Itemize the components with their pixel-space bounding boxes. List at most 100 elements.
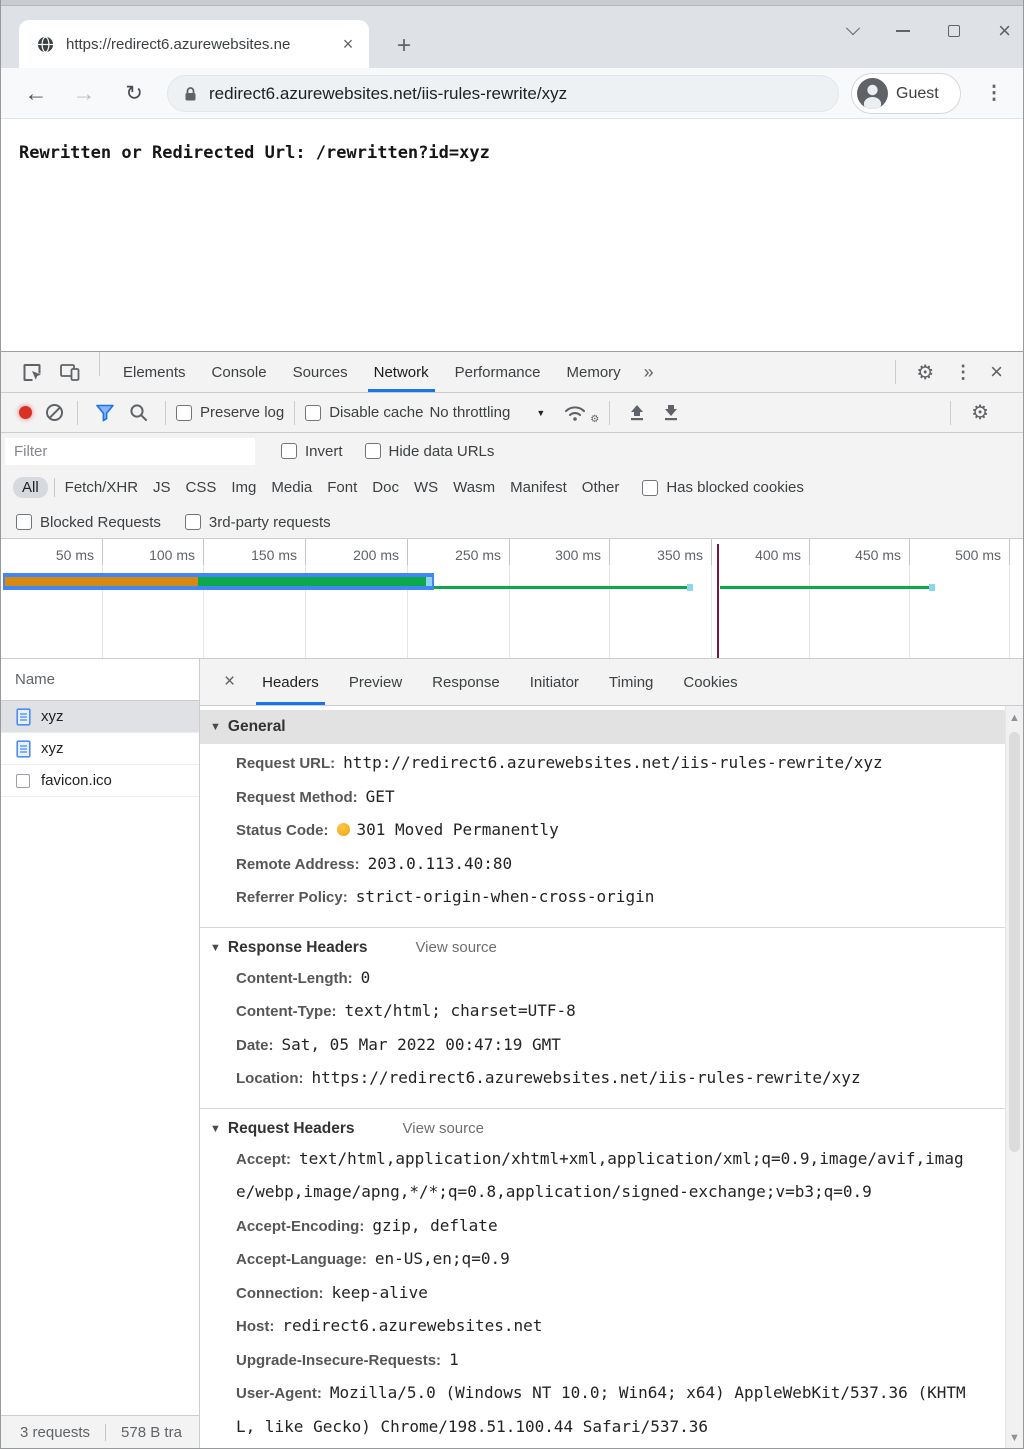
close-details-button[interactable]: ×	[212, 659, 247, 705]
section-request-headers[interactable]: ▼Request HeadersView source	[200, 1108, 1005, 1140]
devtools-close-button[interactable]: ×	[982, 359, 1011, 385]
network-settings-button[interactable]: ⚙	[961, 400, 999, 425]
tick-label: 100 ms	[125, 547, 195, 563]
request-row[interactable]: favicon.ico	[1, 765, 199, 797]
details-scrollbar[interactable]: ▲ ▼	[1005, 706, 1023, 1449]
detail-tab-headers[interactable]: Headers	[247, 659, 334, 705]
header-row: Upgrade-Insecure-Requests:1	[236, 1344, 979, 1378]
type-filter-css[interactable]: CSS	[186, 479, 217, 496]
tab-close-button[interactable]: ×	[337, 34, 359, 55]
type-filter-other[interactable]: Other	[582, 479, 620, 496]
filter-funnel-icon[interactable]	[88, 404, 122, 422]
disable-cache-checkbox[interactable]	[305, 405, 321, 421]
waterfall-bar-selected[interactable]	[3, 573, 434, 590]
type-filter-doc[interactable]: Doc	[372, 479, 399, 496]
hide-data-urls-checkbox[interactable]	[365, 443, 381, 459]
device-toolbar-icon[interactable]	[51, 352, 89, 392]
tab-sources[interactable]: Sources	[280, 352, 361, 392]
third-party-requests-toggle[interactable]: 3rd-party requests	[185, 514, 331, 531]
page-body-text: Rewritten or Redirected Url: /rewritten?…	[19, 143, 1023, 163]
tab-search-chevron-icon[interactable]	[846, 21, 860, 35]
devtools-settings-button[interactable]: ⚙	[906, 360, 944, 385]
reload-button[interactable]: ↻	[117, 68, 151, 119]
export-har-icon[interactable]	[654, 403, 688, 423]
invert-checkbox[interactable]	[281, 443, 297, 459]
type-filter-js[interactable]: JS	[153, 479, 171, 496]
blocked-requests-checkbox[interactable]	[16, 514, 32, 530]
window-controls: ×	[848, 16, 1011, 46]
request-name: favicon.ico	[41, 772, 112, 789]
waterfall-bar-request2[interactable]	[434, 586, 687, 589]
view-source-link[interactable]: View source	[403, 1120, 484, 1137]
detail-tab-cookies[interactable]: Cookies	[668, 659, 752, 705]
type-filter-wasm[interactable]: Wasm	[453, 479, 495, 496]
has-blocked-cookies-toggle[interactable]: Has blocked cookies	[642, 479, 804, 496]
tab-console[interactable]: Console	[199, 352, 280, 392]
browser-window: https://redirect6.azurewebsites.ne × + ×…	[0, 0, 1024, 1449]
more-tabs-button[interactable]: »	[634, 352, 664, 392]
waterfall-bar-request3[interactable]	[720, 586, 929, 589]
view-source-link[interactable]: View source	[415, 939, 496, 956]
type-filter-ws[interactable]: WS	[414, 479, 438, 496]
clear-button[interactable]	[46, 404, 63, 421]
type-filter-manifest[interactable]: Manifest	[510, 479, 567, 496]
detail-tab-initiator[interactable]: Initiator	[515, 659, 594, 705]
third-party-requests-checkbox[interactable]	[185, 514, 201, 530]
lock-icon	[184, 86, 197, 102]
section-general[interactable]: ▼General	[200, 710, 1005, 744]
network-filter-input[interactable]	[5, 438, 255, 465]
window-close-button[interactable]: ×	[998, 21, 1011, 41]
browser-menu-button[interactable]: ⋮	[981, 68, 1007, 119]
back-button[interactable]: ←	[19, 68, 53, 119]
section-response-headers[interactable]: ▼Response HeadersView source	[200, 927, 1005, 959]
devtools-menu-button[interactable]: ⋮	[944, 362, 982, 383]
tab-performance[interactable]: Performance	[442, 352, 554, 392]
tick	[909, 539, 910, 565]
scrollbar-thumb[interactable]	[1009, 732, 1020, 1152]
scroll-down-arrow-icon[interactable]: ▼	[1006, 1432, 1023, 1444]
disclosure-triangle-icon: ▼	[210, 1120, 221, 1139]
detail-tab-preview[interactable]: Preview	[334, 659, 417, 705]
inspect-element-icon[interactable]	[13, 352, 51, 392]
network-overview-timeline[interactable]: 50 ms 100 ms 150 ms 200 ms 250 ms 300 ms…	[1, 539, 1023, 659]
type-filter-fetch-xhr[interactable]: Fetch/XHR	[65, 479, 138, 496]
request-name: xyz	[41, 740, 64, 757]
request-details-panel: × Headers Preview Response Initiator Tim…	[200, 659, 1023, 1449]
type-filter-media[interactable]: Media	[271, 479, 312, 496]
new-tab-button[interactable]: +	[389, 32, 419, 62]
address-bar[interactable]: redirect6.azurewebsites.net/iis-rules-re…	[167, 75, 839, 112]
request-row[interactable]: xyz	[1, 733, 199, 765]
profile-button[interactable]: Guest	[851, 73, 961, 114]
record-button[interactable]	[19, 406, 32, 419]
waterfall-segment-cyan	[426, 577, 432, 586]
network-toolbar: Preserve log Disable cache No throttling…	[1, 393, 1023, 433]
request-row[interactable]: xyz	[1, 701, 199, 733]
tab-network[interactable]: Network	[361, 352, 442, 392]
name-column-header[interactable]: Name	[1, 659, 199, 701]
maximize-button[interactable]	[948, 25, 960, 37]
hide-data-urls-toggle[interactable]: Hide data URLs	[365, 443, 495, 460]
scroll-up-arrow-icon[interactable]: ▲	[1006, 712, 1023, 724]
network-conditions-icon[interactable]: ⚙	[555, 403, 595, 422]
type-filter-img[interactable]: Img	[231, 479, 256, 496]
minimize-button[interactable]	[896, 30, 910, 32]
blocked-requests-toggle[interactable]: Blocked Requests	[16, 514, 161, 531]
type-filter-all[interactable]: All	[13, 477, 48, 498]
preserve-log-toggle[interactable]: Preserve log	[176, 404, 284, 421]
search-icon[interactable]	[122, 403, 155, 422]
type-filter-font[interactable]: Font	[327, 479, 357, 496]
has-blocked-cookies-checkbox[interactable]	[642, 480, 658, 496]
request-header-rows: Accept:text/html,application/xhtml+xml,a…	[200, 1140, 1005, 1449]
tab-elements[interactable]: Elements	[110, 352, 199, 392]
throttling-dropdown[interactable]: No throttling ▼	[429, 404, 545, 421]
detail-tab-response[interactable]: Response	[417, 659, 515, 705]
tab-memory[interactable]: Memory	[554, 352, 634, 392]
url-text: redirect6.azurewebsites.net/iis-rules-re…	[209, 84, 567, 104]
import-har-icon[interactable]	[620, 403, 654, 423]
disable-cache-toggle[interactable]: Disable cache	[305, 404, 423, 421]
detail-tab-timing[interactable]: Timing	[594, 659, 668, 705]
header-row: Connection:keep-alive	[236, 1277, 979, 1311]
browser-tab[interactable]: https://redirect6.azurewebsites.ne ×	[19, 20, 369, 68]
invert-toggle[interactable]: Invert	[281, 443, 343, 460]
preserve-log-checkbox[interactable]	[176, 405, 192, 421]
